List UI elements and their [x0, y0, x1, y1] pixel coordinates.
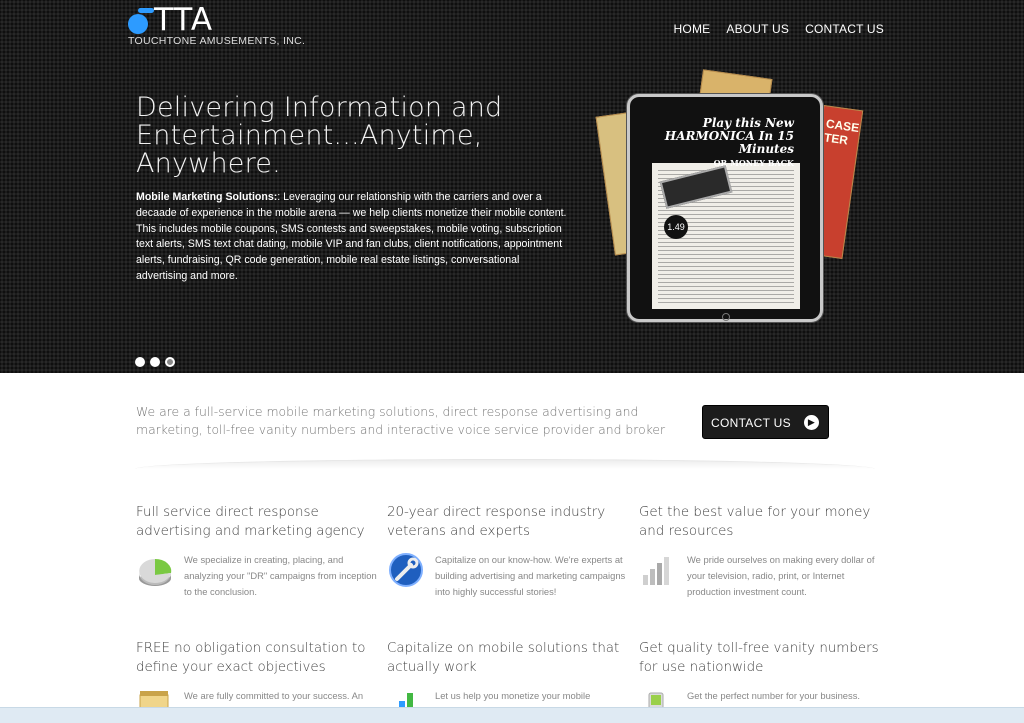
feature-agency: Full service direct response advertising… — [136, 503, 377, 597]
ad-headline: Play this New HARMONICA In 15 Minutes OR … — [652, 111, 800, 168]
feature-mobile: Capitalize on mobile solutions that actu… — [387, 639, 627, 721]
nav-contact-us[interactable]: CONTACT US — [805, 22, 884, 36]
ad-side-text: CASE TER — [823, 116, 861, 148]
feature-title: 20-year direct response industry veteran… — [387, 505, 606, 539]
browser-bottom-bar — [0, 707, 1024, 723]
company-name: TOUCHTONE AMUSEMENTS, INC. — [128, 35, 306, 47]
feature-consultation: FREE no obligation consultation to defin… — [136, 639, 376, 722]
ad-price: 1.49 — [664, 215, 688, 239]
feature-text: Get the perfect number for your business… — [687, 690, 861, 701]
arrow-right-icon: ▶ — [804, 415, 819, 430]
logo-text: TTA — [154, 2, 214, 38]
pie-chart-icon — [139, 558, 172, 586]
feature-veterans: 20-year direct response industry veteran… — [387, 503, 627, 597]
tablet-home-button — [722, 313, 730, 321]
slider-dots — [135, 357, 175, 367]
hero-description: Mobile Marketing Solutions:: Leveraging … — [136, 190, 568, 285]
intro-text: We are a full-service mobile marketing s… — [136, 404, 666, 437]
feature-title: Capitalize on mobile solutions that actu… — [387, 641, 620, 675]
feature-title: Get the best value for your money and re… — [639, 505, 871, 539]
bar-chart-icon — [643, 557, 669, 585]
contact-us-label: CONTACT US — [711, 416, 791, 430]
feature-text: We specialize in creating, placing, and … — [184, 554, 377, 597]
slide-dot-1[interactable] — [135, 357, 145, 367]
feature-value: Get the best value for your money and re… — [639, 503, 879, 597]
ad-headline-text: Play this New HARMONICA In 15 Minutes — [664, 116, 794, 156]
hero-lead-text: : Leveraging our relationship with the c… — [136, 191, 567, 282]
slide-dot-3[interactable] — [165, 357, 175, 367]
logo[interactable]: TTA TOUCHTONE AMUSEMENTS, INC. — [128, 2, 328, 48]
feature-vanity-numbers: Get quality toll-free vanity numbers for… — [639, 639, 879, 722]
hero-banner: TTA TOUCHTONE AMUSEMENTS, INC. HOME ABOU… — [0, 0, 1024, 373]
tablet-illustration: CASE TER Play this New HARMONICA In 15 M… — [595, 69, 864, 342]
feature-text: We are fully committed to your success. … — [184, 690, 364, 701]
tablet-screen: Play this New HARMONICA In 15 Minutes OR … — [652, 111, 800, 309]
hero-title: Delivering Information and Entertainment… — [136, 92, 503, 179]
feature-text: We pride ourselves on making every dolla… — [687, 554, 875, 597]
slide-dot-2[interactable] — [150, 357, 160, 367]
feature-title: Full service direct response advertising… — [136, 505, 365, 539]
feature-text: Let us help you monetize your mobile — [435, 690, 591, 701]
feature-text: Capitalize on our know-how. We're expert… — [435, 554, 626, 597]
tablet-device: Play this New HARMONICA In 15 Minutes OR … — [627, 94, 823, 322]
hero-lead-bold: Mobile Marketing Solutions: — [136, 191, 278, 203]
feature-title: Get quality toll-free vanity numbers for… — [639, 641, 879, 675]
wrench-globe-icon — [389, 553, 423, 587]
contact-us-button[interactable]: CONTACT US ▶ — [702, 405, 829, 439]
nav-about-us[interactable]: ABOUT US — [726, 22, 789, 36]
main-nav: HOME ABOUT US CONTACT US — [674, 22, 884, 36]
nav-home[interactable]: HOME — [674, 22, 711, 36]
feature-title: FREE no obligation consultation to defin… — [136, 641, 366, 675]
